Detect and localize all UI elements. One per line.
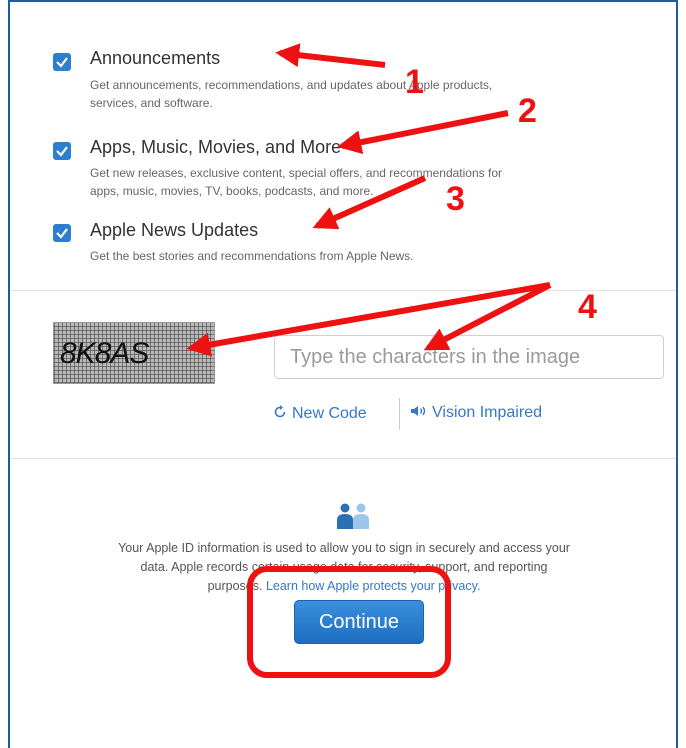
continue-highlight-box [247,566,451,678]
annotation-number-4: 4 [578,288,597,326]
captcha-input[interactable] [274,335,664,379]
apple-news-checkbox[interactable] [53,224,71,242]
announcements-label: Announcements [90,48,221,68]
announcements-desc-line1: Get announcements, recommendations, and … [90,78,493,92]
annotation-number-3: 3 [446,180,465,218]
new-code-label: New Code [292,405,367,422]
refresh-icon [274,405,286,418]
vision-impaired-label: Vision Impaired [432,404,542,421]
new-code-button[interactable]: New Code [272,404,367,423]
apps-music-movies-checkbox[interactable] [53,142,71,160]
apps-music-movies-label: Apps, Music, Movies, and More [90,137,342,157]
apple-news-desc: Get the best stories and recommendations… [90,249,414,263]
checkmark-icon [56,228,68,239]
privacy-people-icon [337,503,369,529]
announcements-checkbox[interactable] [53,53,71,71]
apple-news-label: Apple News Updates [90,220,259,240]
speaker-icon [411,406,426,416]
section-divider [10,290,676,291]
checkmark-icon [56,57,68,68]
annotation-number-2: 2 [518,92,537,130]
captcha-image: 8K8AS [53,322,215,384]
apps-desc-line1: Get new releases, exclusive content, spe… [90,166,502,180]
vision-impaired-button[interactable]: Vision Impaired [410,404,542,422]
privacy-line1: Your Apple ID information is used to all… [118,541,570,555]
section-divider [10,458,676,459]
annotation-number-1: 1 [405,63,424,101]
captcha-image-text: 8K8AS [60,337,149,370]
apps-desc-line2: apps, music, movies, TV, books, podcasts… [90,184,374,198]
captcha-link-separator [399,398,400,430]
checkmark-icon [56,146,68,157]
announcements-desc-line2: services, and software. [90,96,213,110]
